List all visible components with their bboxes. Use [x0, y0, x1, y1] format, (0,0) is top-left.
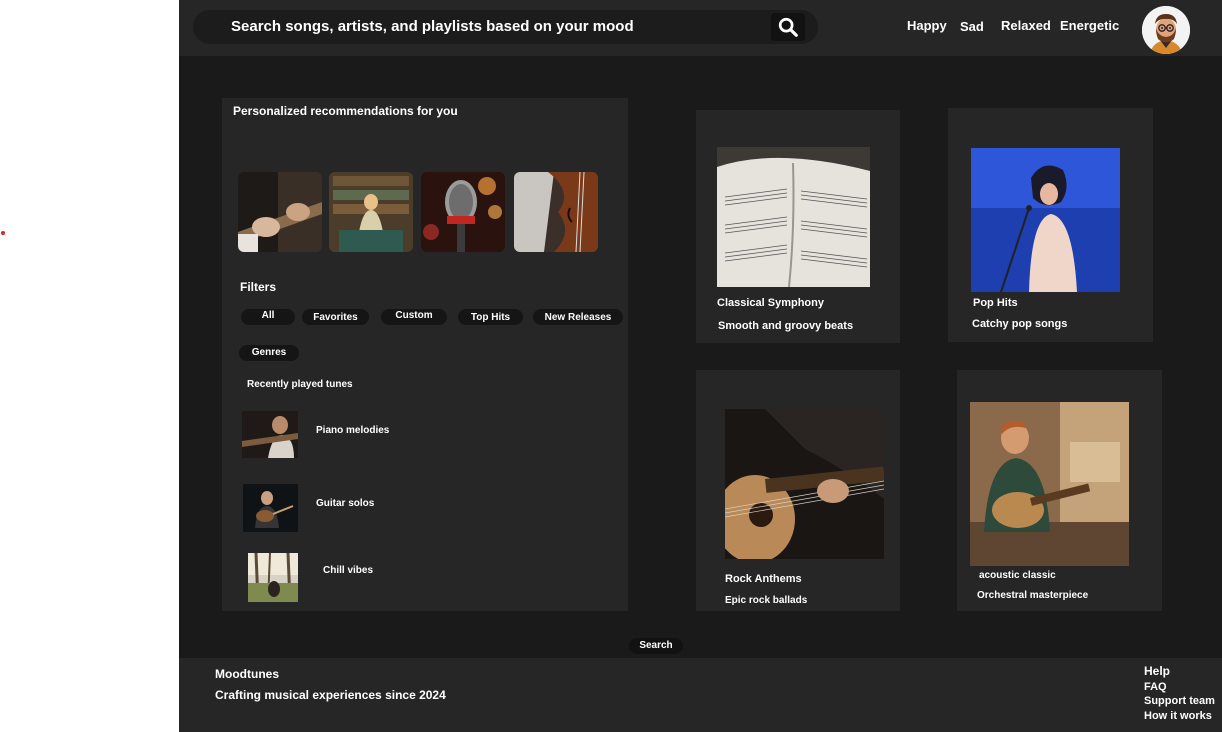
mood-sad[interactable]: Sad: [960, 19, 984, 34]
guitarist-sitting-image: [970, 402, 1129, 566]
search-icon: [778, 17, 798, 37]
card-subtitle: Smooth and groovy beats: [718, 320, 854, 332]
recent-title: Recently played tunes: [247, 379, 353, 390]
acoustic-guitar-image: [725, 409, 884, 559]
search-input[interactable]: [231, 10, 761, 44]
filters-title: Filters: [240, 280, 277, 294]
red-dot-marker: [1, 231, 5, 235]
filter-chip-top-hits[interactable]: Top Hits: [458, 309, 523, 325]
card-title: Classical Symphony: [717, 297, 824, 309]
card-subtitle: Orchestral masterpiece: [977, 590, 1089, 601]
footer: Moodtunes Crafting musical experiences s…: [179, 658, 1222, 732]
card-acoustic-classic[interactable]: acoustic classic Orchestral masterpiece: [957, 370, 1162, 611]
footer-brand: Moodtunes: [215, 667, 279, 681]
recent-label-piano[interactable]: Piano melodies: [316, 425, 389, 436]
help-title: Help: [1144, 664, 1171, 678]
card-title: acoustic classic: [979, 570, 1056, 581]
recent-label-chill[interactable]: Chill vibes: [323, 565, 373, 576]
guitar-hands-image[interactable]: [238, 172, 322, 252]
mood-relaxed[interactable]: Relaxed: [1001, 18, 1051, 33]
mood-happy[interactable]: Happy: [907, 18, 947, 33]
filter-chip-new-releases[interactable]: New Releases: [533, 309, 623, 325]
card-pop-hits[interactable]: Pop Hits Catchy pop songs: [948, 108, 1153, 342]
card-subtitle: Catchy pop songs: [972, 318, 1068, 330]
microphone-image[interactable]: [421, 172, 505, 252]
filter-chip-all[interactable]: All: [241, 309, 295, 325]
sheet-music-image: [717, 147, 870, 287]
card-classical-symphony[interactable]: Classical Symphony Smooth and groovy bea…: [696, 110, 900, 343]
filter-chip-custom[interactable]: Custom: [381, 309, 447, 325]
app-window: Happy Sad Relaxed Energetic Personalized…: [179, 0, 1222, 732]
search-button[interactable]: [771, 13, 805, 41]
help-link-how-it-works[interactable]: How it works: [1144, 710, 1212, 722]
recent-thumb-piano[interactable]: [242, 411, 298, 458]
recent-thumb-guitar[interactable]: [243, 484, 298, 532]
avatar[interactable]: [1142, 6, 1190, 54]
pop-singer-image: [971, 148, 1120, 292]
footer-tagline: Crafting musical experiences since 2024: [215, 688, 446, 702]
help-link-faq[interactable]: FAQ: [1144, 681, 1167, 693]
search-bar: [193, 10, 818, 44]
filter-chip-favorites[interactable]: Favorites: [302, 309, 369, 325]
recent-label-guitar[interactable]: Guitar solos: [316, 498, 374, 509]
avatar-icon: [1142, 6, 1190, 54]
card-title: Rock Anthems: [725, 573, 802, 585]
top-bar: Happy Sad Relaxed Energetic: [179, 0, 1222, 56]
violin-image[interactable]: [514, 172, 598, 252]
recent-thumb-chill[interactable]: [248, 553, 298, 602]
search-submit-button[interactable]: Search: [629, 638, 683, 654]
woman-music-store-image[interactable]: [329, 172, 413, 252]
card-subtitle: Epic rock ballads: [725, 595, 808, 606]
recommendations-panel: Personalized recommendations for you Fil…: [222, 98, 628, 611]
filter-chip-genres[interactable]: Genres: [239, 345, 299, 361]
mood-energetic[interactable]: Energetic: [1060, 18, 1119, 33]
card-rock-anthems[interactable]: Rock Anthems Epic rock ballads: [696, 370, 900, 611]
help-link-support-team[interactable]: Support team: [1144, 695, 1215, 707]
card-title: Pop Hits: [973, 297, 1018, 309]
recommendations-title: Personalized recommendations for you: [233, 104, 458, 118]
